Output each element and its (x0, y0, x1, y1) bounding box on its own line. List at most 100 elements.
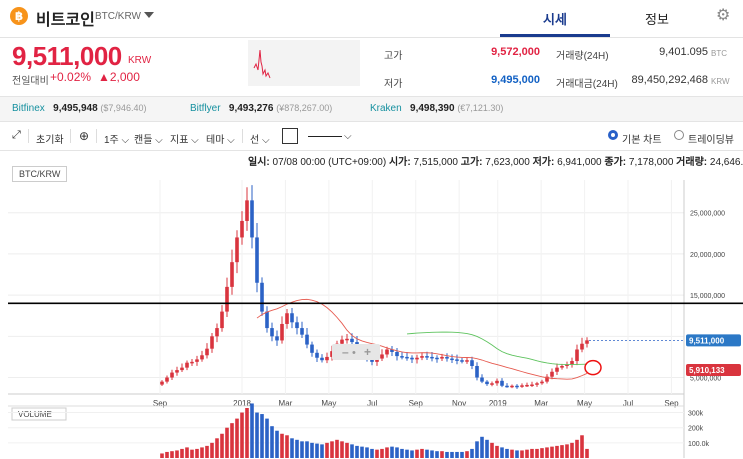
candle-select[interactable]: 캔들 ⌵ (134, 131, 163, 146)
candle-body (480, 377, 484, 382)
theme-label: 테마 (206, 135, 225, 146)
amount-unit: KRW (711, 77, 730, 86)
zoom-control[interactable] (332, 344, 380, 360)
volume-bar (280, 433, 284, 458)
chevron-down-icon[interactable] (144, 12, 154, 18)
volume-bar (335, 439, 339, 458)
zoom-out-icon[interactable]: – (342, 345, 349, 359)
candle-body (255, 237, 259, 283)
active-tab-indicator (500, 34, 610, 37)
candle-body (225, 286, 229, 312)
candle-body (205, 348, 209, 356)
exchange-price: 9,498,390 (410, 103, 455, 114)
candle-body (575, 349, 579, 362)
coin-name: 비트코인 (36, 12, 95, 29)
candle-body (560, 365, 564, 368)
line-select[interactable]: 선 ⌵ (250, 131, 270, 146)
volume-bar (410, 450, 414, 458)
candle-body (410, 357, 414, 360)
color-swatch[interactable] (282, 128, 298, 144)
volume-bar (355, 445, 359, 458)
volume-bar (530, 448, 534, 458)
candle-body (530, 384, 534, 387)
volume-bar (405, 449, 409, 458)
tradingview-radio[interactable] (674, 130, 684, 140)
reset-button[interactable]: 초기화 (36, 131, 64, 146)
candle-body (465, 360, 469, 362)
candle-body (280, 323, 284, 341)
volume-bar (585, 448, 589, 458)
candle-body (485, 381, 489, 385)
volume-bar (570, 442, 574, 458)
tab-info[interactable]: 정보 (612, 9, 702, 28)
y-tick-label: 5,000,000 (690, 376, 721, 383)
volume-bar (255, 412, 259, 458)
chevron-down-icon[interactable]: ⌵ (344, 131, 352, 142)
candle-body (385, 349, 389, 355)
x-tick-label: Sep (409, 399, 424, 408)
basic-chart-radio[interactable] (608, 130, 618, 140)
zoom-in-icon[interactable]: + (364, 345, 371, 359)
theme-select[interactable]: 테마 ⌵ (206, 131, 235, 146)
candle-body (160, 381, 164, 385)
volume-bar (190, 449, 194, 458)
volume-bar (310, 442, 314, 458)
gear-icon[interactable]: ⚙ (716, 5, 730, 25)
candle-body (540, 381, 544, 384)
candle-body (320, 357, 324, 361)
globe-icon[interactable]: ⊕ (79, 129, 89, 143)
divider (96, 129, 97, 143)
candle-body (525, 384, 529, 387)
candle-body (550, 371, 554, 377)
volume-bar (160, 453, 164, 458)
volume-bar (200, 447, 204, 458)
volume-bar (240, 412, 244, 458)
candle-body (215, 328, 219, 337)
volume-bar (575, 439, 579, 458)
volume-bar (550, 446, 554, 458)
candle-body (180, 367, 184, 371)
expand-icon[interactable]: ⤢ (12, 129, 21, 142)
exchange-kraken: Kraken 9,498,390 (€7,121.30) (370, 103, 503, 114)
volume-bar (235, 418, 239, 458)
candle-body (315, 352, 319, 358)
highlight-circle[interactable] (584, 359, 602, 376)
candle-body (380, 354, 384, 359)
x-tick-label: May (577, 399, 592, 408)
volume-bar (315, 443, 319, 458)
volume-bar (560, 445, 564, 458)
volume-bar (375, 449, 379, 458)
volume-bar (225, 427, 229, 458)
tab-market[interactable]: 시세 (500, 9, 610, 28)
volume-bar (580, 435, 584, 458)
line-style-preview[interactable] (308, 136, 342, 137)
candle-body (515, 385, 519, 388)
volume-bar (515, 450, 519, 458)
x-tick-label: 2019 (489, 399, 507, 408)
tradingview-label[interactable]: 트레이딩뷰 (688, 131, 734, 146)
reset-zoom-icon[interactable]: • (352, 347, 356, 359)
period-select[interactable]: 1주 ⌵ (104, 131, 129, 146)
volume-bar (475, 441, 479, 458)
exchange-foreign-price: (¥878,267.00) (276, 103, 333, 113)
basic-chart-label[interactable]: 기본 차트 (622, 131, 662, 146)
volume-bar (230, 423, 234, 458)
ma-value-label: 5,910,133 (689, 366, 725, 375)
sparkline-line (253, 49, 271, 79)
candle-body (195, 359, 199, 362)
candle-body (475, 365, 479, 378)
volume-bar (265, 418, 269, 458)
candle-body (210, 336, 214, 349)
volume-bar (195, 448, 199, 458)
volume-bar (430, 450, 434, 458)
x-tick-label: Sep (664, 399, 679, 408)
candle-body (345, 338, 349, 341)
sparkline-chart (248, 40, 360, 86)
divider (70, 129, 71, 143)
volume-bar (420, 448, 424, 458)
candle-body (200, 355, 204, 360)
indicator-select[interactable]: 지표 ⌵ (170, 131, 199, 146)
price-chart[interactable]: 25,000,00020,000,00015,000,00010,000,000… (0, 150, 743, 459)
volume-bar (535, 448, 539, 458)
candle-body (240, 220, 244, 238)
